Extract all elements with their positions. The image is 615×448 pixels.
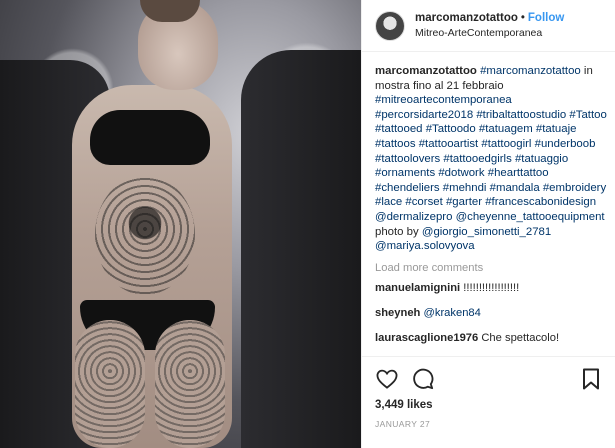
bookmark-icon[interactable] <box>579 367 603 391</box>
caption-hashtag[interactable]: #underboob <box>535 138 596 150</box>
caption-hashtag[interactable]: #tattooed <box>375 123 423 135</box>
header-username[interactable]: marcomanzotattoo <box>415 12 518 24</box>
caption-hashtag[interactable]: #tattooedgirls <box>443 153 511 165</box>
comment-username[interactable]: sheyneh <box>375 307 420 319</box>
caption-hashtag[interactable]: #marcomanzotattoo <box>480 65 581 77</box>
photo-coat-right <box>241 50 361 448</box>
caption-hashtag[interactable]: #tattooartist <box>419 138 479 150</box>
comment-text: Che spettacolo! <box>478 331 560 344</box>
caption-hashtags: #mitreoartecontemporanea #percorsidarte2… <box>375 94 607 208</box>
comment-item: laurascaglione1976 Che spettacolo! <box>375 331 607 345</box>
caption-hashtag[interactable]: #Tattoodo <box>426 123 476 135</box>
photo-thigh-right <box>155 320 225 448</box>
post-photo[interactable] <box>0 0 361 448</box>
action-icons <box>375 365 603 393</box>
header-separator: • <box>520 11 525 24</box>
caption-hashtag[interactable]: #mandala <box>490 182 540 194</box>
location-link[interactable]: Mitreo-ArteContemporanea <box>415 26 564 41</box>
caption-hashtag[interactable]: #corset <box>405 196 442 208</box>
caption-hashtag[interactable]: #ornaments <box>375 167 435 179</box>
post-date: JANUARY 27 <box>375 419 431 429</box>
follow-button[interactable]: Follow <box>528 12 564 24</box>
caption-mention[interactable]: @giorgio_simonetti_2781 <box>422 226 551 238</box>
caption-mention[interactable]: @cheyenne_tattooequipment <box>456 211 605 223</box>
header-top-line: marcomanzotattoo • Follow <box>415 11 564 26</box>
comments-list: marcomanzotattoo #marcomanzotattoo in mo… <box>375 64 607 364</box>
post-actions: 3,449 likes JANUARY 27 <box>362 356 615 448</box>
caption-text: photo by <box>375 225 422 238</box>
caption-mention[interactable]: @dermalizepro <box>375 211 452 223</box>
caption-hashtag[interactable]: #tattoolovers <box>375 153 440 165</box>
photo-bra <box>90 110 210 165</box>
comment-icon[interactable] <box>411 367 435 391</box>
photo-thigh-left <box>75 320 145 448</box>
caption-hashtag[interactable]: #chendeliers <box>375 182 440 194</box>
caption-hashtag[interactable]: #tatuaje <box>536 123 577 135</box>
caption-hashtag[interactable]: #tatuagem <box>479 123 533 135</box>
caption-hashtag[interactable]: #mitreoartecontemporanea <box>375 94 512 106</box>
likes-count[interactable]: 3,449 likes <box>375 399 603 411</box>
caption-hashtag[interactable]: #percorsidarte2018 <box>375 109 473 121</box>
caption-hashtag[interactable]: #francescabonidesign <box>485 196 596 208</box>
load-more-comments-button[interactable]: Load more comments <box>375 262 607 274</box>
avatar[interactable] <box>375 10 405 41</box>
comment-username[interactable]: laurascaglione1976 <box>375 332 478 344</box>
caption-hashtag[interactable]: #dotwork <box>438 167 484 179</box>
comment-mention[interactable]: @kraken84 <box>424 307 481 319</box>
caption-hashtag[interactable]: #hearttattoo <box>488 167 549 179</box>
post-side-panel: marcomanzotattoo • Follow Mitreo-ArteConte… <box>361 0 615 448</box>
caption-hashtag[interactable]: #tribaltattoostudio <box>476 109 566 121</box>
caption-hashtag[interactable]: #tatuaggio <box>515 153 568 165</box>
caption-hashtag[interactable]: #embroidery <box>543 182 606 194</box>
caption-hashtag[interactable]: #mehndi <box>443 182 487 194</box>
caption-hashtag[interactable]: #tattoos <box>375 138 416 150</box>
comment-text: !!!!!!!!!!!!!!!!!! <box>460 281 520 294</box>
post-header: marcomanzotattoo • Follow Mitreo-ArteConte… <box>362 0 615 52</box>
caption-hashtag[interactable]: #lace <box>375 196 402 208</box>
comment-username[interactable]: manuelamignini <box>375 282 460 294</box>
caption-hashtag[interactable]: #tattoogirl <box>481 138 531 150</box>
header-text: marcomanzotattoo • Follow Mitreo-ArteConte… <box>415 11 564 41</box>
caption-mention[interactable]: @mariya.solovyova <box>375 240 475 252</box>
caption-hashtag[interactable]: #garter <box>446 196 482 208</box>
comment-item: sheyneh @kraken84 <box>375 306 607 320</box>
caption-hashtag[interactable]: #Tattoo <box>569 109 606 121</box>
heart-icon[interactable] <box>375 367 399 391</box>
comment-item: manuelamignini !!!!!!!!!!!!!!!!!! <box>375 281 607 295</box>
photo-tattoo <box>95 175 195 295</box>
caption-username[interactable]: marcomanzotattoo <box>375 65 477 77</box>
instagram-post: marcomanzotattoo • Follow Mitreo-ArteConte… <box>0 0 615 448</box>
post-caption: marcomanzotattoo #marcomanzotattoo in mo… <box>375 64 607 254</box>
